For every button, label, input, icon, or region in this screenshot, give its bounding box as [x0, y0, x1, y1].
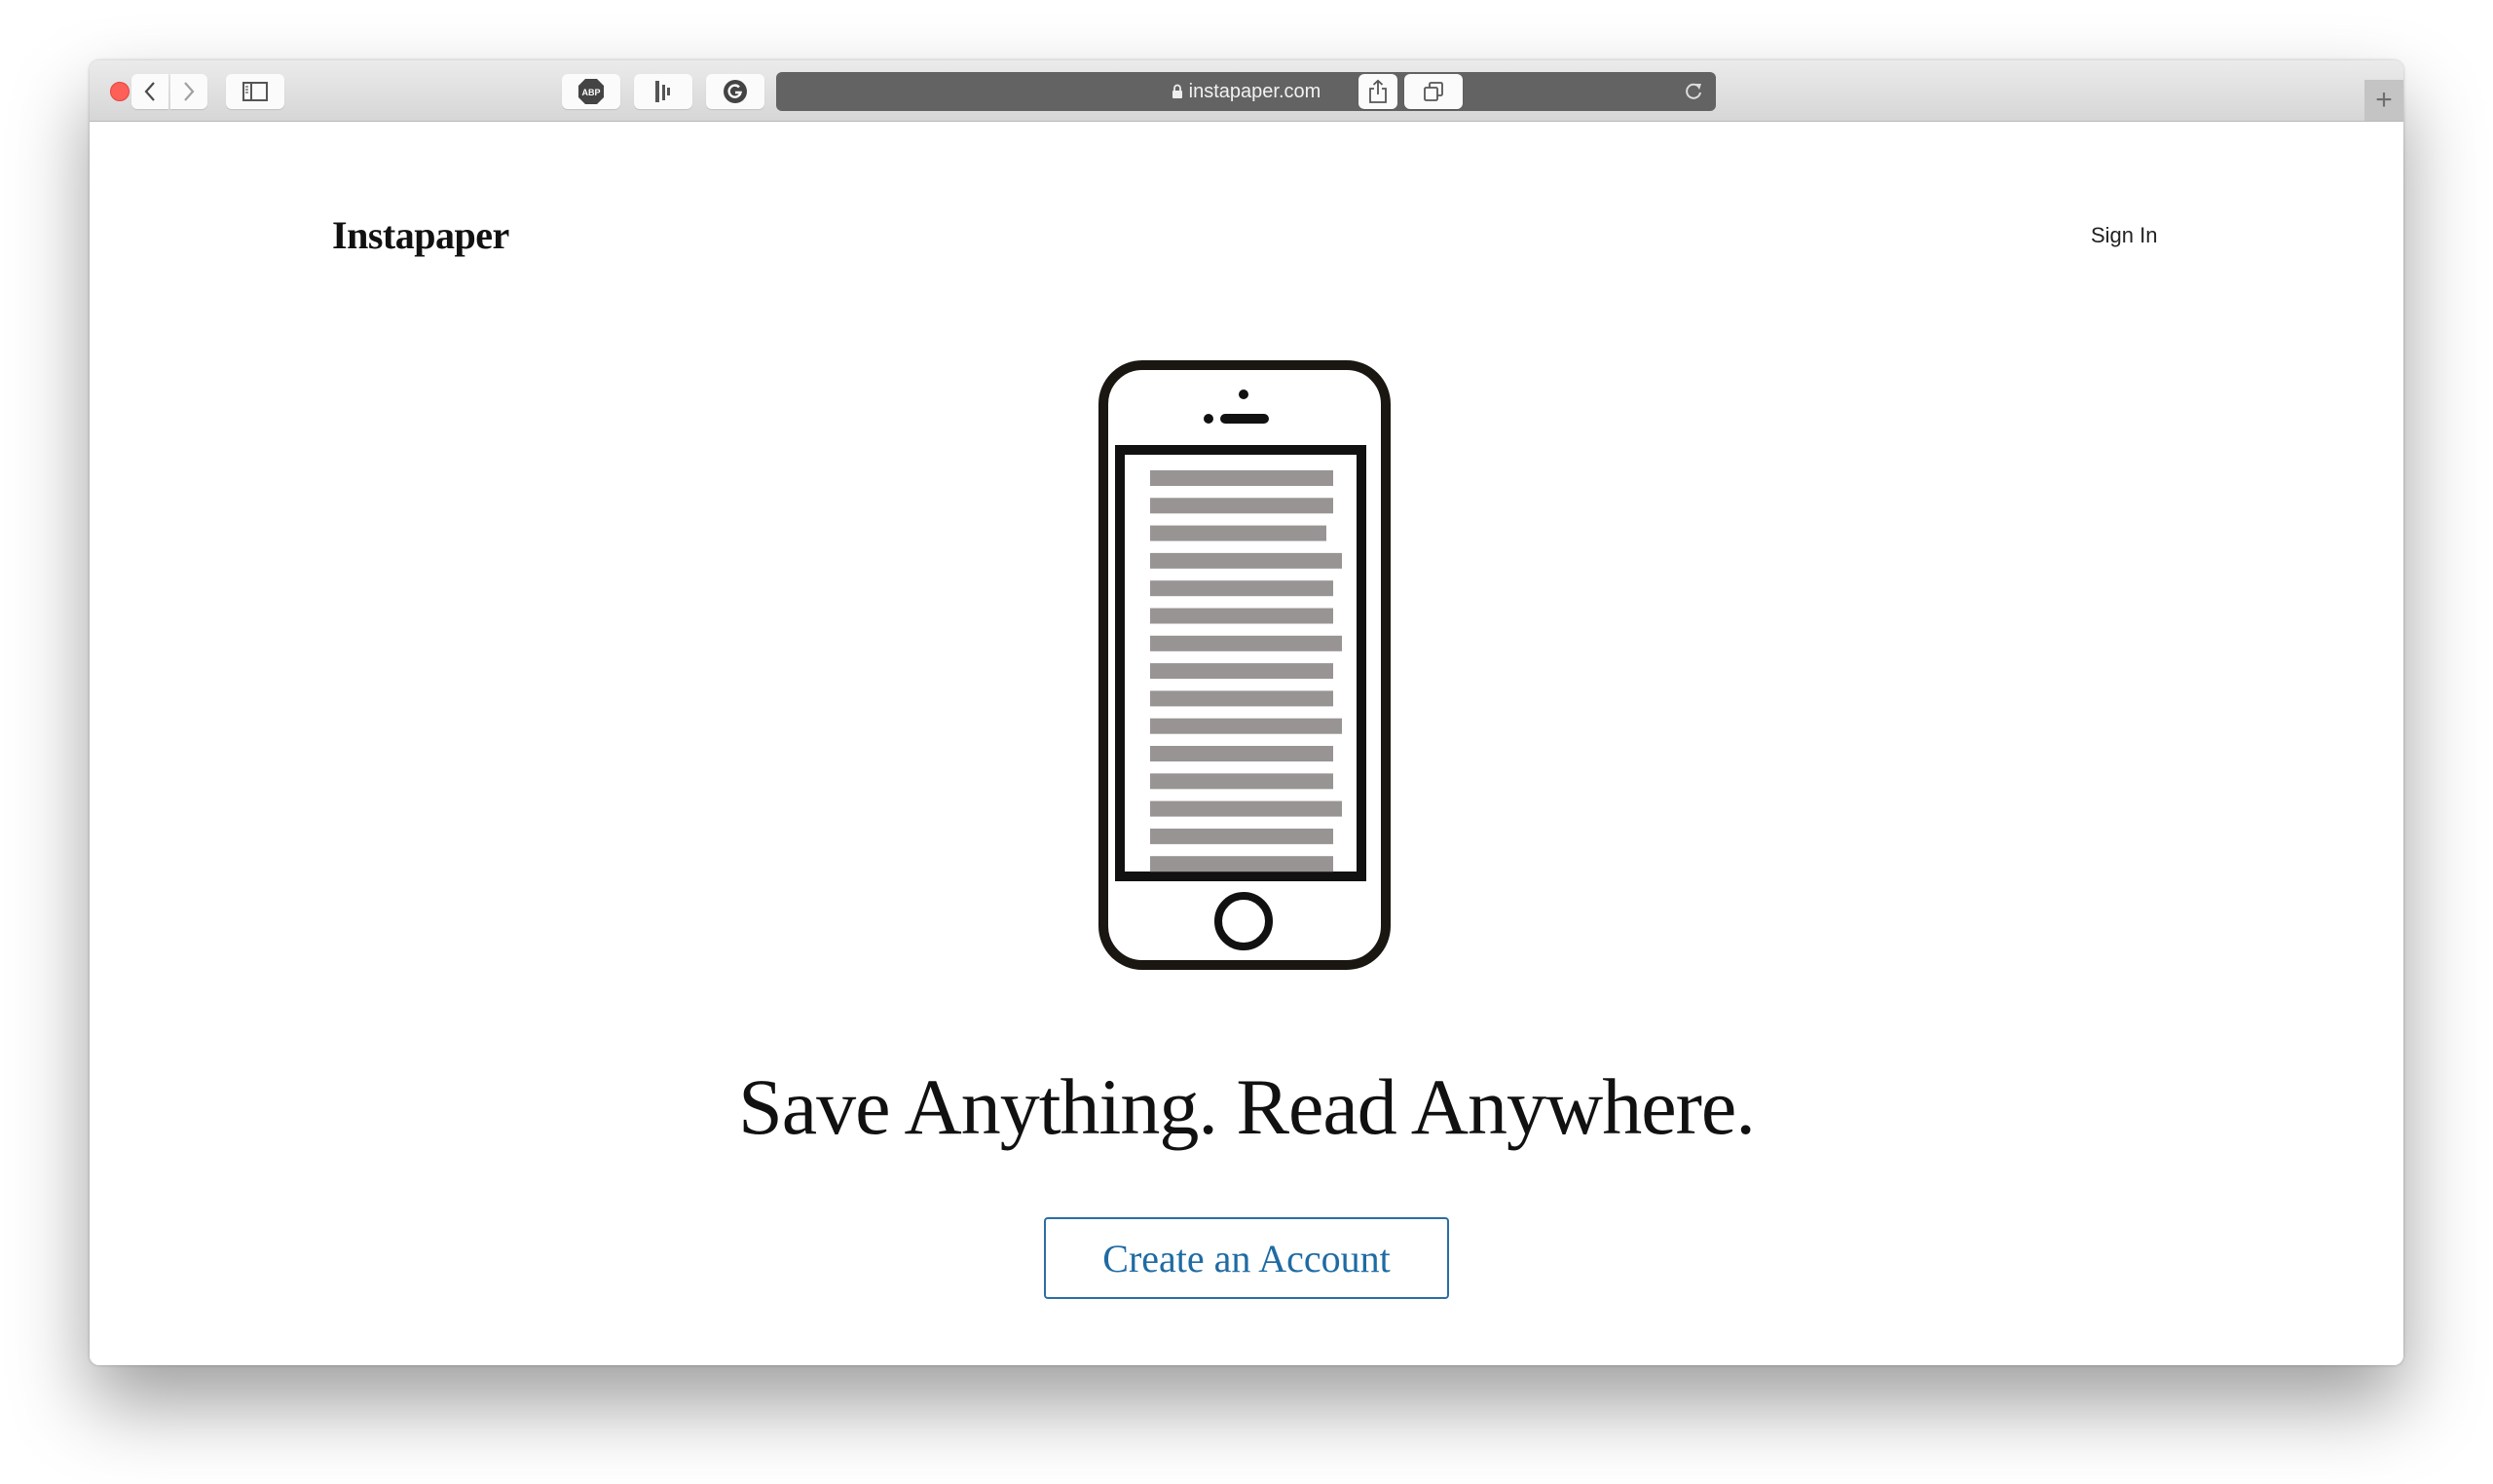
phone-reading-icon [1098, 360, 1391, 970]
phone-camera [1239, 390, 1248, 399]
dashlane-icon [655, 81, 670, 102]
screen-text-line [1150, 663, 1333, 680]
screen-text-line [1150, 856, 1333, 872]
tab-overview-icon [1424, 82, 1443, 101]
screen-text-lines [1150, 470, 1342, 872]
url-text: instapaper.com [1188, 80, 1321, 102]
hero-headline: Save Anything. Read Anywhere. [738, 1062, 1756, 1151]
chevron-left-icon [144, 82, 155, 101]
browser-window: ABP instapaper.com + Instapaper Sign In … [90, 60, 2403, 1365]
page-content: Instapaper Sign In Save Anything. Read A… [90, 122, 2403, 1365]
lock-icon [1172, 84, 1183, 99]
phone-speaker [1220, 414, 1269, 424]
create-account-button[interactable]: Create an Account [1044, 1217, 1449, 1299]
dashlane-extension-button[interactable] [634, 74, 692, 109]
screen-text-line [1150, 525, 1326, 541]
screen-text-line [1150, 498, 1333, 514]
screen-text-line [1150, 608, 1333, 624]
phone-sensor [1204, 414, 1213, 424]
sidebar-button[interactable] [226, 74, 284, 109]
plus-icon: + [2375, 84, 2393, 116]
screen-text-line [1150, 746, 1333, 761]
svg-text:ABP: ABP [581, 88, 600, 97]
adblock-plus-extension-button[interactable]: ABP [562, 74, 620, 109]
reload-button[interactable] [1683, 81, 1704, 108]
share-button[interactable] [1358, 74, 1397, 109]
sign-in-link[interactable]: Sign In [2091, 223, 2158, 248]
grammarly-extension-button[interactable] [706, 74, 764, 109]
close-window-button[interactable] [110, 82, 130, 101]
reload-icon [1686, 83, 1701, 99]
screen-text-line [1150, 470, 1333, 486]
grammarly-icon [724, 80, 747, 103]
screen-text-line [1150, 800, 1342, 817]
screen-text-line [1150, 552, 1342, 569]
screen-text-line [1150, 718, 1342, 734]
screen-text-line [1150, 828, 1333, 844]
adblock-plus-icon: ABP [578, 79, 604, 104]
share-icon [1369, 79, 1387, 103]
screen-text-line [1150, 690, 1333, 707]
forward-button[interactable] [170, 74, 207, 109]
chevron-right-icon [184, 82, 195, 101]
sidebar-icon [242, 82, 268, 101]
screen-text-line [1150, 580, 1333, 597]
screen-text-line [1150, 773, 1333, 790]
browser-toolbar: ABP instapaper.com + [90, 60, 2403, 122]
back-button[interactable] [131, 74, 168, 109]
tab-overview-button[interactable] [1404, 74, 1463, 109]
screen-text-line [1150, 635, 1342, 651]
address-bar[interactable]: instapaper.com [776, 72, 1716, 111]
instapaper-logo[interactable]: Instapaper [332, 212, 509, 258]
new-tab-button[interactable]: + [2364, 80, 2403, 121]
